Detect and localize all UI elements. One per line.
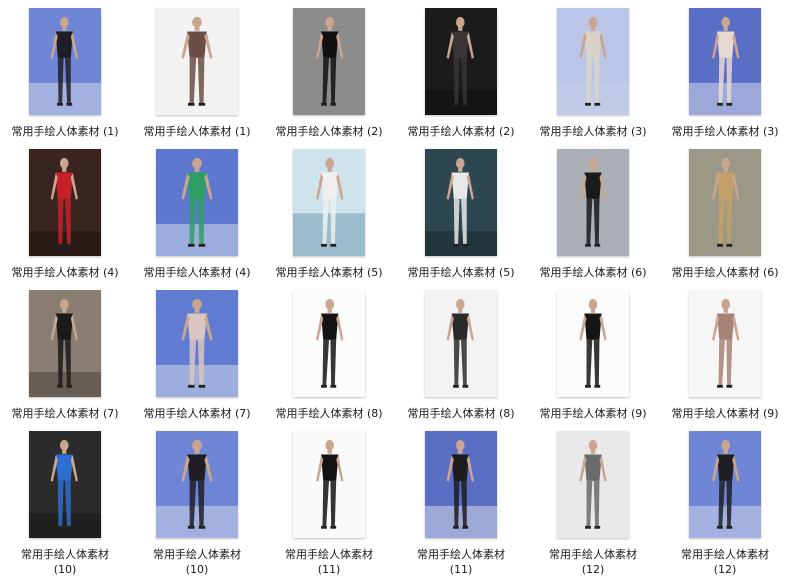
file-thumbnail[interactable] bbox=[425, 8, 497, 115]
file-item[interactable]: 常用手绘人体素材 (1) bbox=[0, 8, 130, 143]
file-item[interactable]: 常用手绘人体素材 (9) bbox=[660, 290, 790, 425]
file-thumbnail[interactable] bbox=[293, 8, 365, 115]
file-name-label: 常用手绘人体素材 (8) bbox=[407, 407, 515, 420]
file-name-label: 常用手绘人体素材 (10) bbox=[132, 547, 262, 577]
file-name-label: 常用手绘人体素材 (2) bbox=[407, 125, 515, 138]
file-thumbnail[interactable] bbox=[29, 431, 101, 538]
file-thumbnail[interactable] bbox=[29, 8, 101, 115]
file-item[interactable]: 常用手绘人体素材 (3) bbox=[660, 8, 790, 143]
file-thumbnail[interactable] bbox=[557, 290, 629, 397]
file-name-line: 常用手绘人体素材 bbox=[681, 548, 769, 561]
file-name-label: 常用手绘人体素材 (11) bbox=[396, 547, 526, 577]
file-thumbnail[interactable] bbox=[689, 149, 761, 256]
file-name-label: 常用手绘人体素材 (12) bbox=[528, 547, 658, 577]
file-item[interactable]: 常用手绘人体素材 (1) bbox=[132, 8, 262, 143]
file-thumbnail[interactable] bbox=[689, 431, 761, 538]
file-item[interactable]: 常用手绘人体素材 (9) bbox=[528, 290, 658, 425]
file-name-line: (10) bbox=[185, 563, 209, 576]
file-name-label: 常用手绘人体素材 (10) bbox=[0, 547, 130, 577]
file-item[interactable]: 常用手绘人体素材 (4) bbox=[0, 149, 130, 284]
file-thumbnail[interactable] bbox=[29, 149, 101, 256]
file-item[interactable]: 常用手绘人体素材 (10) bbox=[0, 431, 130, 576]
file-item[interactable]: 常用手绘人体素材 (12) bbox=[528, 431, 658, 576]
file-item[interactable]: 常用手绘人体素材 (7) bbox=[0, 290, 130, 425]
file-name-label: 常用手绘人体素材 (3) bbox=[539, 125, 647, 138]
file-thumbnail[interactable] bbox=[156, 431, 238, 538]
file-name-label: 常用手绘人体素材 (9) bbox=[671, 407, 779, 420]
file-item[interactable]: 常用手绘人体素材 (8) bbox=[396, 290, 526, 425]
file-thumbnail[interactable] bbox=[689, 8, 761, 115]
file-thumbnail[interactable] bbox=[557, 8, 629, 115]
file-item[interactable]: 常用手绘人体素材 (2) bbox=[264, 8, 394, 143]
file-name-label: 常用手绘人体素材 (3) bbox=[671, 125, 779, 138]
file-name-line: 常用手绘人体素材 bbox=[549, 548, 637, 561]
file-item[interactable]: 常用手绘人体素材 (12) bbox=[660, 431, 790, 576]
file-thumbnail[interactable] bbox=[293, 431, 365, 538]
file-name-label: 常用手绘人体素材 (7) bbox=[143, 407, 251, 420]
file-thumbnail[interactable] bbox=[293, 290, 365, 397]
file-item[interactable]: 常用手绘人体素材 (7) bbox=[132, 290, 262, 425]
file-item[interactable]: 常用手绘人体素材 (11) bbox=[396, 431, 526, 576]
file-name-label: 常用手绘人体素材 (4) bbox=[143, 266, 251, 279]
file-thumbnail[interactable] bbox=[293, 149, 365, 256]
file-item[interactable]: 常用手绘人体素材 (10) bbox=[132, 431, 262, 576]
file-name-label: 常用手绘人体素材 (12) bbox=[660, 547, 790, 577]
file-thumbnail[interactable] bbox=[29, 290, 101, 397]
file-name-label: 常用手绘人体素材 (7) bbox=[11, 407, 119, 420]
file-name-line: (10) bbox=[53, 563, 77, 576]
file-name-label: 常用手绘人体素材 (6) bbox=[539, 266, 647, 279]
file-item[interactable]: 常用手绘人体素材 (5) bbox=[396, 149, 526, 284]
file-name-line: (12) bbox=[713, 563, 737, 576]
file-thumbnail[interactable] bbox=[689, 290, 761, 397]
file-name-line: (12) bbox=[581, 563, 605, 576]
file-item[interactable]: 常用手绘人体素材 (6) bbox=[660, 149, 790, 284]
file-name-label: 常用手绘人体素材 (8) bbox=[275, 407, 383, 420]
file-name-line: 常用手绘人体素材 bbox=[417, 548, 505, 561]
file-name-label: 常用手绘人体素材 (1) bbox=[11, 125, 119, 138]
file-name-label: 常用手绘人体素材 (5) bbox=[407, 266, 515, 279]
file-thumbnail[interactable] bbox=[156, 290, 238, 397]
file-thumbnail[interactable] bbox=[557, 149, 629, 256]
file-thumbnail-grid: 常用手绘人体素材 (1) 常用手绘人体素材 (1) 常用手绘人体素材 (2) 常… bbox=[0, 0, 795, 585]
file-item[interactable]: 常用手绘人体素材 (8) bbox=[264, 290, 394, 425]
file-item[interactable]: 常用手绘人体素材 (11) bbox=[264, 431, 394, 576]
file-item[interactable]: 常用手绘人体素材 (5) bbox=[264, 149, 394, 284]
file-thumbnail[interactable] bbox=[156, 8, 238, 115]
file-name-line: 常用手绘人体素材 bbox=[285, 548, 373, 561]
file-name-label: 常用手绘人体素材 (1) bbox=[143, 125, 251, 138]
file-item[interactable]: 常用手绘人体素材 (2) bbox=[396, 8, 526, 143]
file-name-line: 常用手绘人体素材 bbox=[153, 548, 241, 561]
file-name-label: 常用手绘人体素材 (11) bbox=[264, 547, 394, 577]
file-name-line: (11) bbox=[317, 563, 341, 576]
file-thumbnail[interactable] bbox=[425, 149, 497, 256]
file-item[interactable]: 常用手绘人体素材 (4) bbox=[132, 149, 262, 284]
file-item[interactable]: 常用手绘人体素材 (3) bbox=[528, 8, 658, 143]
file-name-label: 常用手绘人体素材 (2) bbox=[275, 125, 383, 138]
file-name-label: 常用手绘人体素材 (6) bbox=[671, 266, 779, 279]
file-name-line: 常用手绘人体素材 bbox=[21, 548, 109, 561]
file-name-label: 常用手绘人体素材 (5) bbox=[275, 266, 383, 279]
file-name-line: (11) bbox=[449, 563, 473, 576]
file-thumbnail[interactable] bbox=[156, 149, 238, 256]
file-name-label: 常用手绘人体素材 (4) bbox=[11, 266, 119, 279]
file-thumbnail[interactable] bbox=[425, 290, 497, 397]
file-item[interactable]: 常用手绘人体素材 (6) bbox=[528, 149, 658, 284]
file-thumbnail[interactable] bbox=[425, 431, 497, 538]
file-name-label: 常用手绘人体素材 (9) bbox=[539, 407, 647, 420]
file-thumbnail[interactable] bbox=[557, 431, 629, 538]
